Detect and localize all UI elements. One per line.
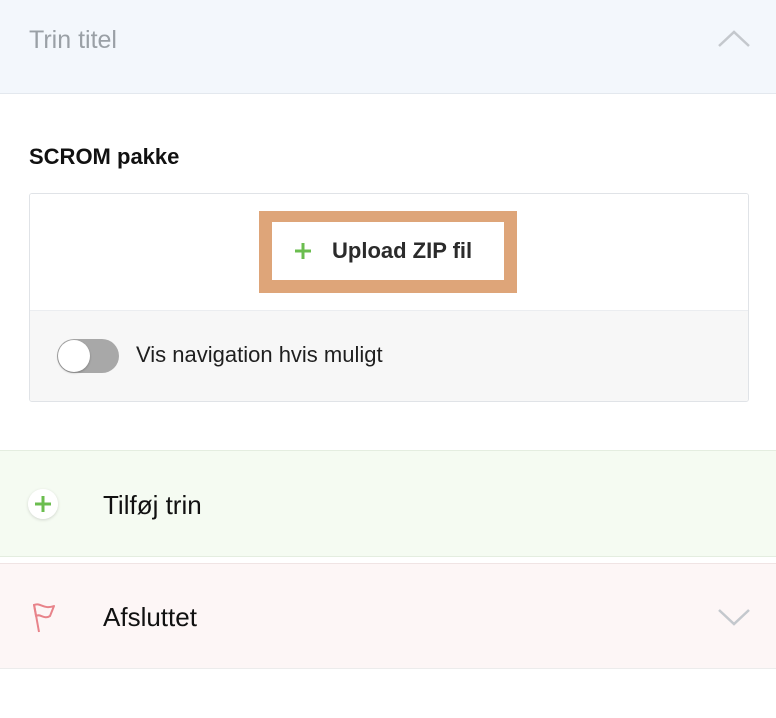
upload-zip-button[interactable]: Upload ZIP fil — [272, 222, 504, 280]
upload-zip-label: Upload ZIP fil — [332, 238, 473, 263]
chevron-up-icon[interactable] — [716, 24, 752, 52]
finished-label: Afsluttet — [103, 602, 197, 632]
finished-section[interactable]: Afsluttet — [0, 563, 776, 669]
flag-icon — [33, 603, 55, 633]
options-area: Vis navigation hvis muligt — [30, 311, 748, 401]
toggle-knob — [58, 340, 90, 372]
section-label: SCROM pakke — [29, 144, 180, 169]
add-step-label: Tilføj trin — [103, 490, 202, 520]
plus-icon — [295, 243, 311, 259]
plus-icon — [28, 489, 58, 519]
upload-area: Upload ZIP fil — [30, 194, 748, 311]
add-step-button[interactable]: Tilføj trin — [0, 450, 776, 557]
show-navigation-toggle[interactable] — [57, 339, 119, 373]
show-navigation-label: Vis navigation hvis muligt — [136, 342, 383, 367]
step-title-input[interactable]: Trin titel — [29, 24, 117, 56]
scorm-package-box: Upload ZIP fil Vis navigation hvis mulig… — [29, 193, 749, 402]
chevron-down-icon[interactable] — [716, 603, 752, 631]
step-header: Trin titel — [0, 0, 776, 94]
